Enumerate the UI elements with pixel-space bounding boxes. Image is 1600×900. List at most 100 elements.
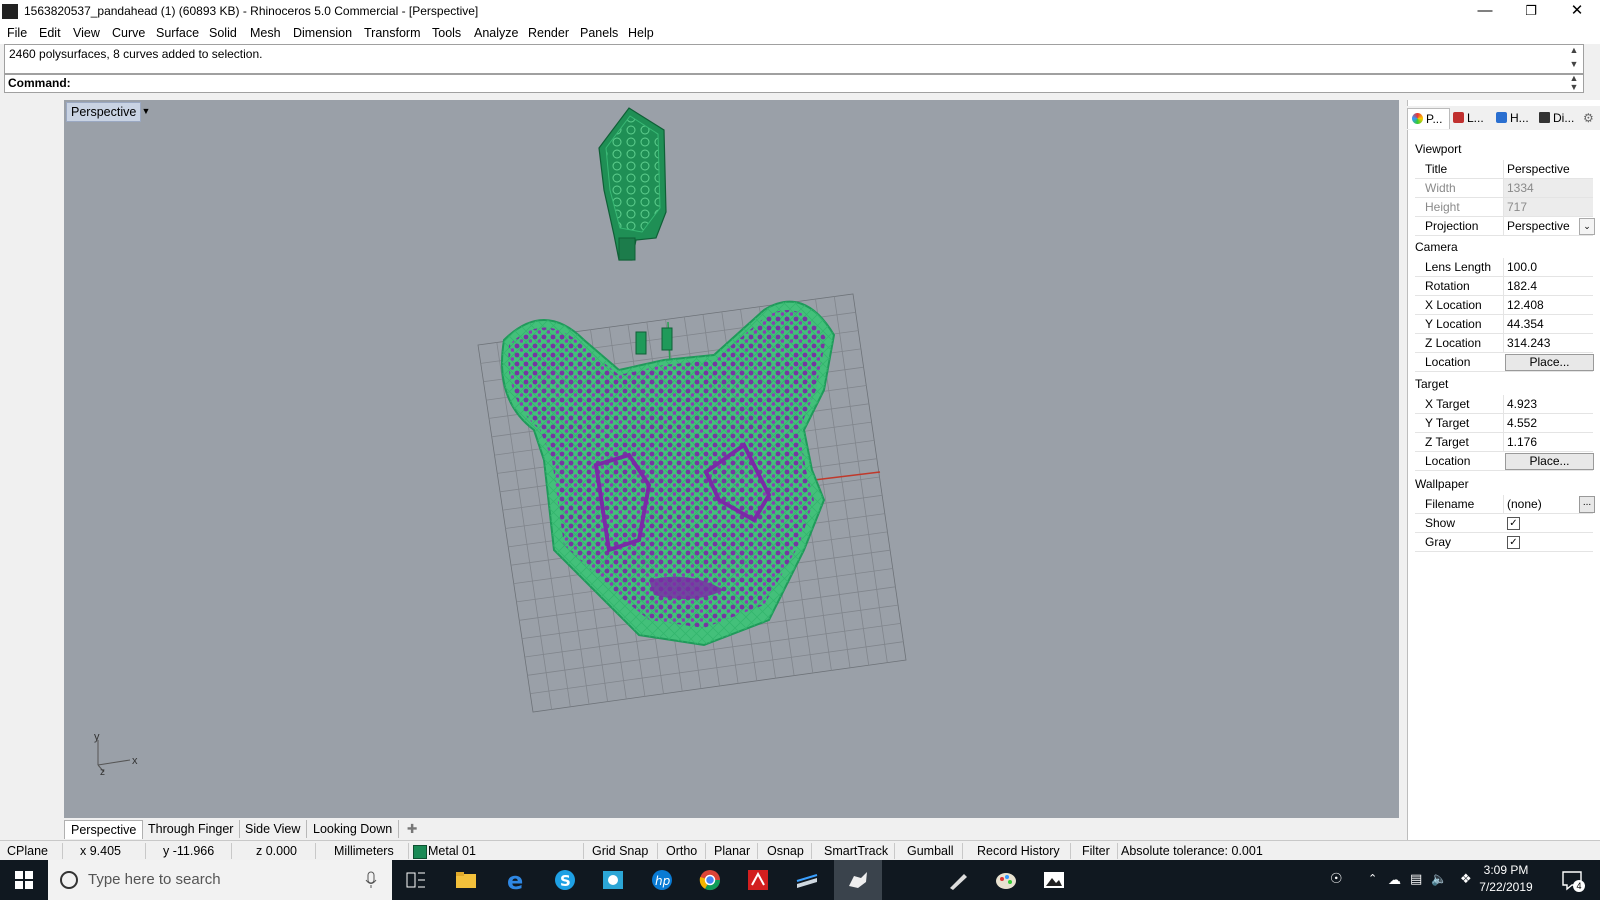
task-view-icon[interactable] [404, 868, 428, 892]
toggle-ortho[interactable]: Ortho [666, 843, 697, 859]
panel-tab-display[interactable]: Di... [1535, 108, 1576, 128]
viewport-tabs: Perspective Through Finger Side View Loo… [64, 818, 1399, 840]
prop-row-title: Title Perspective [1415, 160, 1593, 179]
tab-side-view[interactable]: Side View [239, 820, 308, 838]
command-spin-icon[interactable]: ▲ ▼ [1567, 74, 1581, 92]
show-wallpaper-checkbox[interactable]: ✓ [1507, 517, 1520, 530]
panel-tab-layers[interactable]: L... [1449, 108, 1490, 128]
status-x-coord: x 9.405 [80, 844, 122, 858]
panel-options-gear-icon[interactable]: ⚙ [1579, 108, 1597, 128]
y-location-input[interactable]: 44.354 [1503, 315, 1593, 333]
windows-start-icon[interactable] [14, 870, 34, 890]
menu-solid[interactable]: Solid [209, 26, 237, 40]
onedrive-cloud-icon[interactable]: ☁ [1388, 872, 1401, 888]
menu-view[interactable]: View [73, 26, 100, 40]
command-history[interactable]: 2460 polysurfaces, 8 curves added to sel… [4, 44, 1584, 74]
edge-browser-icon[interactable]: e [504, 867, 528, 895]
people-icon[interactable]: ☉ [1330, 870, 1350, 890]
panel-tab-properties[interactable]: P... [1407, 108, 1450, 129]
toggle-planar[interactable]: Planar [714, 843, 750, 859]
prop-title-value[interactable]: Perspective [1503, 160, 1593, 178]
camera-place-button[interactable]: Place... [1505, 354, 1594, 371]
volume-icon[interactable]: 🔈 [1431, 871, 1447, 887]
status-layer[interactable]: Metal 01 [428, 843, 476, 859]
command-line-input[interactable]: Command: ▲ ▼ [4, 74, 1584, 93]
clock-date[interactable]: 7/22/2019 [1476, 880, 1536, 894]
clock-time[interactable]: 3:09 PM [1476, 863, 1536, 877]
menu-render[interactable]: Render [528, 26, 569, 40]
x-target-input[interactable]: 4.923 [1503, 395, 1593, 413]
viewport-scene[interactable]: y x z [64, 100, 1399, 818]
photos-app-icon[interactable] [1042, 868, 1066, 892]
perspective-viewport[interactable]: y x z [64, 100, 1399, 818]
pen-app-icon[interactable] [946, 868, 970, 892]
x-location-input[interactable]: 12.408 [1503, 296, 1593, 314]
menu-edit[interactable]: Edit [39, 26, 61, 40]
close-button[interactable]: ✕ [1554, 0, 1600, 24]
z-location-input[interactable]: 314.243 [1503, 334, 1593, 352]
add-viewport-tab-icon[interactable]: ✚ [401, 820, 423, 838]
dropbox-icon[interactable]: ❖ [1460, 871, 1472, 887]
file-explorer-icon[interactable] [454, 868, 478, 892]
toggle-osnap[interactable]: Osnap [767, 843, 804, 859]
restore-button[interactable]: ❐ [1508, 0, 1554, 24]
store-app-icon[interactable] [601, 868, 625, 892]
menu-dimension[interactable]: Dimension [293, 26, 352, 40]
target-place-button[interactable]: Place... [1505, 453, 1594, 470]
chrome-icon[interactable] [698, 868, 722, 892]
toggle-grid-snap[interactable]: Grid Snap [592, 843, 648, 859]
show-hidden-icons-chevron-icon[interactable]: ⌃ [1368, 872, 1377, 885]
toggle-gumball[interactable]: Gumball [907, 843, 954, 859]
window-title: 1563820537_pandahead (1) (60893 KB) - Rh… [24, 4, 479, 18]
panda-head-object[interactable] [501, 300, 836, 647]
pendant-object[interactable] [598, 107, 667, 261]
left-toolbar-area [0, 98, 62, 823]
tab-perspective[interactable]: Perspective [64, 820, 144, 839]
menu-mesh[interactable]: Mesh [250, 26, 281, 40]
history-scroll-up-icon[interactable]: ▲ [1567, 45, 1581, 55]
rhino-taskbar-icon[interactable] [846, 868, 870, 892]
lens-length-input[interactable]: 100.0 [1503, 258, 1593, 276]
rhino-app-icon[interactable] [2, 4, 18, 19]
toggle-record-history[interactable]: Record History [977, 843, 1060, 859]
menu-analyze[interactable]: Analyze [474, 26, 518, 40]
viewport-title-button[interactable]: Perspective [66, 102, 142, 122]
history-scroll-down-icon[interactable]: ▼ [1567, 59, 1581, 69]
axis-y-label: y [94, 731, 100, 743]
browse-wallpaper-button[interactable]: ... [1579, 496, 1595, 513]
section-target: Target [1415, 377, 1449, 391]
menu-file[interactable]: File [7, 26, 27, 40]
skype-icon[interactable]: S [553, 868, 577, 892]
rotation-input[interactable]: 182.4 [1503, 277, 1593, 295]
menu-surface[interactable]: Surface [156, 26, 199, 40]
menu-panels[interactable]: Panels [580, 26, 618, 40]
panel-tab-help[interactable]: H... [1492, 108, 1533, 128]
toggle-smarttrack[interactable]: SmartTrack [824, 843, 888, 859]
prop-row-x-location: X Location 12.408 [1415, 296, 1593, 315]
gray-wallpaper-checkbox[interactable]: ✓ [1507, 536, 1520, 549]
tab-looking-down[interactable]: Looking Down [307, 820, 400, 838]
menu-help[interactable]: Help [628, 26, 654, 40]
status-units[interactable]: Millimeters [334, 843, 394, 859]
network-icon[interactable]: ▤ [1410, 871, 1422, 887]
microphone-icon[interactable] [364, 871, 378, 889]
tab-through-finger[interactable]: Through Finger [142, 820, 241, 838]
z-target-input[interactable]: 1.176 [1503, 433, 1593, 451]
menu-curve[interactable]: Curve [112, 26, 145, 40]
status-z-coord: z 0.000 [256, 844, 298, 858]
hp-icon[interactable]: hp [650, 868, 674, 892]
viewport-menu-dropdown-icon[interactable]: ▼ [140, 102, 152, 120]
menu-transform[interactable]: Transform [364, 26, 421, 40]
minimize-button[interactable]: — [1462, 0, 1508, 24]
action-center-icon[interactable]: 4 [1560, 868, 1585, 892]
layer-color-swatch[interactable] [413, 845, 427, 859]
projection-chevron-down-icon[interactable]: ⌄ [1579, 218, 1595, 235]
toggle-filter[interactable]: Filter [1082, 843, 1110, 859]
paint-app-icon[interactable] [994, 868, 1018, 892]
scanner-app-icon[interactable] [795, 868, 819, 892]
taskbar-search-input[interactable]: Type here to search [48, 860, 392, 900]
menu-tools[interactable]: Tools [432, 26, 461, 40]
status-cplane[interactable]: CPlane [7, 843, 48, 859]
y-target-input[interactable]: 4.552 [1503, 414, 1593, 432]
acrobat-icon[interactable] [746, 868, 770, 892]
